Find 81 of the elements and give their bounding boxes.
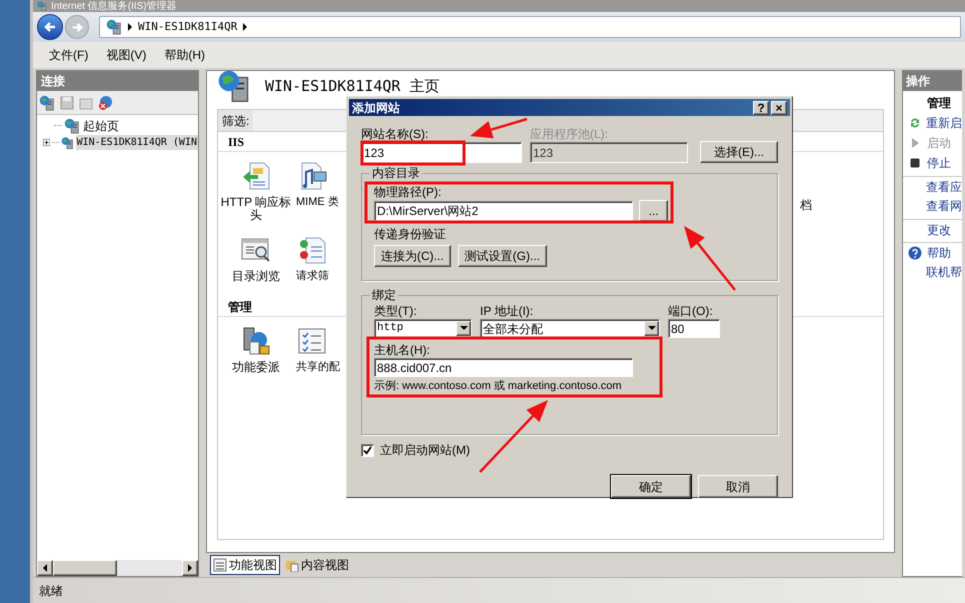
type-label: 类型(T):	[374, 303, 418, 319]
globe-server-icon	[106, 19, 122, 35]
scroll-left-icon[interactable]	[37, 560, 53, 576]
ip-address-label: IP 地址(I):	[480, 303, 534, 319]
stop-icon	[909, 157, 921, 169]
menu-item[interactable]: 文件(F)	[49, 46, 88, 64]
feature-label[interactable]: 档	[800, 196, 812, 214]
connect-globe-icon	[39, 94, 55, 110]
site-name-field[interactable]: 123	[361, 142, 522, 163]
app-icon	[37, 1, 47, 11]
action-link[interactable]: 联机帮	[926, 263, 962, 281]
tree-item[interactable]: WIN-ES1DK81I4QR (WIN	[76, 135, 198, 150]
test-settings-button[interactable]: 测试设置(G)...	[458, 245, 547, 267]
start-now-label: 立即启动网站(M)	[380, 442, 470, 459]
cancel-button[interactable]: 取消	[698, 475, 778, 498]
play-icon	[909, 137, 921, 149]
filter-label: 筛选:	[218, 110, 254, 131]
action-link[interactable]: 重新启	[926, 114, 962, 132]
globe-server-icon	[60, 134, 74, 150]
refresh-icon	[908, 117, 920, 129]
scroll-thumb[interactable]	[53, 560, 117, 576]
arrow-left-icon	[43, 20, 57, 34]
group-title: 绑定	[370, 287, 398, 303]
disconnect-icon	[98, 94, 114, 110]
address-bar[interactable]: WIN-ES1DK81I4QR	[99, 16, 961, 38]
ok-button[interactable]: 确定	[611, 475, 691, 498]
tree-item[interactable]: 起始页	[82, 116, 120, 134]
help-icon	[908, 246, 922, 260]
view-tab[interactable]: 功能视图	[210, 555, 280, 575]
menu-item[interactable]: 帮助(H)	[164, 46, 205, 64]
folder-document-icon	[285, 558, 299, 572]
port-label: 端口(O):	[668, 303, 714, 319]
page-title: WIN-ES1DK81I4QR 主页	[265, 77, 440, 95]
action-link[interactable]: 帮助	[927, 244, 951, 262]
feature-label[interactable]: 功能委派	[220, 361, 292, 374]
pane-title: 操作	[906, 73, 930, 90]
ip-address-dropdown[interactable]: 全部未分配	[480, 319, 660, 338]
annotation-arrow	[684, 226, 736, 291]
pass-through-auth-label: 传递身份验证	[374, 226, 446, 242]
feature-label[interactable]: 共享的配	[296, 361, 342, 374]
server-icon	[217, 69, 251, 103]
port-field[interactable]: 80	[668, 319, 720, 338]
connect-as-button[interactable]: 连接为(C)...	[374, 245, 451, 267]
expand-icon[interactable]	[43, 138, 50, 147]
status-text: 就绪	[39, 582, 63, 600]
action-link[interactable]: 查看网	[926, 197, 962, 215]
group-title: 内容目录	[370, 165, 422, 181]
chevron-right-icon	[128, 23, 132, 31]
action-link[interactable]: 停止	[927, 154, 951, 172]
save-icon	[60, 96, 74, 110]
type-dropdown[interactable]: http	[374, 319, 472, 338]
globe-server-icon	[64, 118, 80, 134]
help-button[interactable]: ?	[753, 100, 769, 114]
address-segment[interactable]: WIN-ES1DK81I4QR	[138, 18, 238, 36]
window-title: Internet 信息服务(IIS)管理器	[51, 0, 177, 12]
arrow-right-icon	[70, 20, 84, 34]
feature-label[interactable]: 目录浏览	[220, 270, 292, 283]
annotation-arrow	[470, 118, 528, 138]
feature-label[interactable]: HTTP 响应标头	[220, 196, 292, 222]
feature-label[interactable]: MIME 类	[296, 196, 342, 209]
select-button[interactable]: 选择(E)...	[700, 141, 778, 163]
action-link[interactable]: 查看应	[926, 178, 962, 196]
view-tab[interactable]: 内容视图	[282, 555, 352, 575]
back-button[interactable]	[37, 14, 63, 40]
pane-title: 连接	[41, 73, 65, 90]
dialog-title: 添加网站	[352, 100, 400, 116]
host-name-field[interactable]: 888.cid007.cn	[374, 358, 633, 377]
action-link[interactable]: 更改	[927, 220, 951, 238]
chevron-right-icon	[243, 23, 248, 31]
feature-label[interactable]: 请求筛	[296, 270, 342, 283]
checkbox[interactable]	[361, 444, 374, 456]
close-button[interactable]: ×	[771, 100, 787, 114]
example-text: 示例: www.contoso.com 或 marketing.contoso.com	[374, 379, 623, 394]
physical-path-label: 物理路径(P):	[374, 184, 442, 200]
list-window-icon	[213, 558, 227, 572]
menu-item[interactable]: 视图(V)	[106, 46, 146, 64]
physical-path-field[interactable]: D:\MirServer\网站2	[374, 201, 633, 221]
scroll-right-icon[interactable]	[182, 560, 198, 576]
browse-button[interactable]: ...	[639, 200, 668, 222]
host-name-label: 主机名(H):	[374, 342, 431, 358]
actions-heading: 管理	[927, 95, 951, 112]
